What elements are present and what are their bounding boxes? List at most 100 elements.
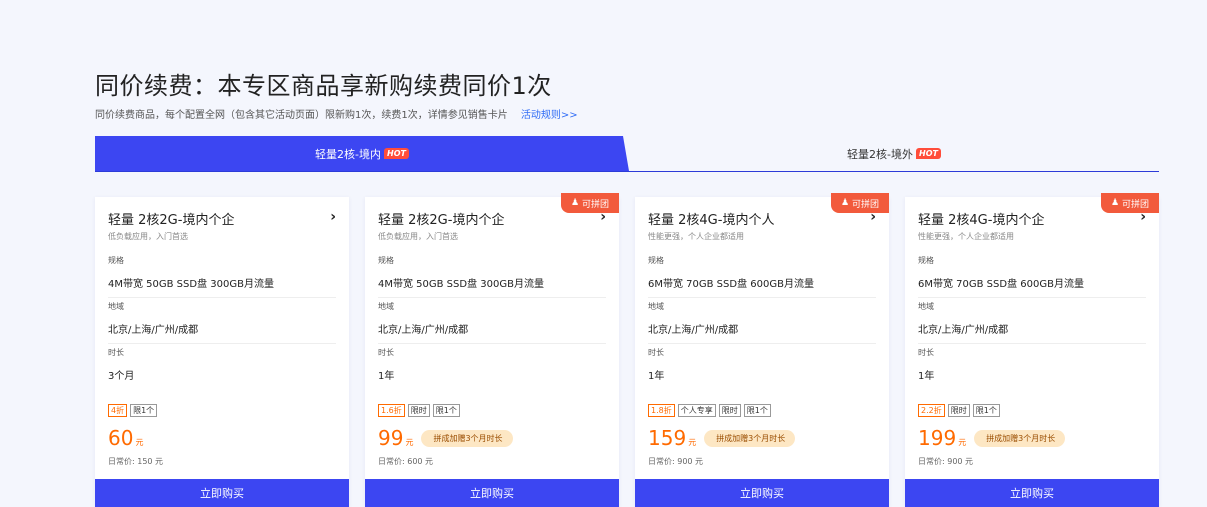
- tag: 限时: [718, 404, 741, 417]
- duration-value: 1年: [378, 371, 395, 382]
- tab-bar: 轻量2核-境内 HOT 轻量2核-境外 HOT: [95, 136, 1159, 172]
- tab-overseas[interactable]: 轻量2核-境外 HOT: [629, 136, 1159, 171]
- discount-tag: 1.8折: [648, 404, 675, 417]
- product-desc: 低负载应用，入门首选: [108, 232, 188, 241]
- spec-value: 6M带宽 70GB SSD盘 600GB月流量: [918, 275, 1146, 298]
- product-card: ♟ 可拼团 轻量 2核4G-境内个企 › 性能更强，个人企业都适用 规格 6M带宽…: [905, 193, 1159, 507]
- spec-label: 规格: [918, 256, 934, 265]
- original-price: 日常价: 150 元: [108, 457, 164, 466]
- buy-now-button[interactable]: 立即购买: [95, 479, 349, 507]
- duration-label: 时长: [918, 348, 934, 357]
- spec-value: 4M带宽 50GB SSD盘 300GB月流量: [108, 275, 336, 298]
- duration-label: 时长: [648, 348, 664, 357]
- region-label: 地域: [918, 302, 934, 311]
- price-row: 199 元拼成加赠3个月时长: [918, 426, 1066, 451]
- chevron-right-icon[interactable]: ›: [330, 209, 336, 225]
- price-row: 99 元拼成加赠3个月时长: [378, 426, 513, 451]
- tag: 个人专享: [677, 404, 716, 417]
- chevron-right-icon[interactable]: ›: [600, 209, 606, 225]
- people-icon: ♟: [840, 198, 850, 208]
- spec-label: 规格: [108, 256, 124, 265]
- hot-badge: HOT: [384, 148, 409, 159]
- group-badge-label: 可拼团: [582, 199, 610, 210]
- product-card: 轻量 2核2G-境内个企 › 低负载应用，入门首选 规格 4M带宽 50GB S…: [95, 197, 349, 507]
- price-unit: 元: [405, 438, 414, 447]
- price: 99: [378, 426, 404, 450]
- region-value: 北京/上海/广州/成都: [378, 321, 606, 344]
- discount-tag: 1.6折: [378, 404, 405, 417]
- region-value: 北京/上海/广州/成都: [648, 321, 876, 344]
- price: 60: [108, 426, 134, 450]
- buy-now-button[interactable]: 立即购买: [635, 479, 889, 507]
- product-name: 轻量 2核2G-境内个企: [378, 213, 505, 228]
- spec-section: 规格 4M带宽 50GB SSD盘 300GB月流量: [108, 255, 336, 298]
- duration-section: 时长 3个月: [108, 347, 336, 389]
- discount-tag: 4折: [108, 404, 128, 417]
- region-value: 北京/上海/广州/成都: [918, 321, 1146, 344]
- tag: 限1个: [743, 404, 771, 417]
- region-section: 地域 北京/上海/广州/成都: [108, 301, 336, 344]
- tag: 限时: [947, 404, 970, 417]
- tag-list: 1.8折 个人专享 限时 限1个: [648, 404, 771, 417]
- region-label: 地域: [378, 302, 394, 311]
- tag-list: 2.2折 限时 限1个: [918, 404, 1000, 417]
- original-price: 日常价: 900 元: [648, 457, 704, 466]
- tag: 限1个: [130, 404, 158, 417]
- duration-label: 时长: [378, 348, 394, 357]
- duration-section: 时长 1年: [918, 347, 1146, 389]
- price: 199: [918, 426, 957, 450]
- spec-section: 规格 6M带宽 70GB SSD盘 600GB月流量: [648, 255, 876, 298]
- region-section: 地域 北京/上海/广州/成都: [648, 301, 876, 344]
- duration-section: 时长 1年: [378, 347, 606, 389]
- tab-label: 轻量2核-境外: [847, 147, 913, 161]
- product-name: 轻量 2核4G-境内个企: [918, 213, 1045, 228]
- price: 159: [648, 426, 687, 450]
- card-header[interactable]: 轻量 2核4G-境内个企 › 性能更强，个人企业都适用: [918, 209, 1146, 242]
- page-subtitle: 同价续费商品，每个配置全网（包含其它活动页面）限新购1次，续费1次，详情参见销售…: [95, 106, 578, 121]
- card-header[interactable]: 轻量 2核2G-境内个企 › 低负载应用，入门首选: [378, 209, 606, 242]
- spec-section: 规格 4M带宽 50GB SSD盘 300GB月流量: [378, 255, 606, 298]
- region-value: 北京/上海/广州/成都: [108, 321, 336, 344]
- chevron-right-icon[interactable]: ›: [1140, 209, 1146, 225]
- price-unit: 元: [958, 438, 967, 447]
- card-header[interactable]: 轻量 2核2G-境内个企 › 低负载应用，入门首选: [108, 209, 336, 242]
- region-section: 地域 北京/上海/广州/成都: [918, 301, 1146, 344]
- spec-label: 规格: [378, 256, 394, 265]
- tab-domestic[interactable]: 轻量2核-境内 HOT: [95, 136, 629, 171]
- tag: 限时: [407, 404, 430, 417]
- product-desc: 低负载应用，入门首选: [378, 232, 458, 241]
- spec-value: 6M带宽 70GB SSD盘 600GB月流量: [648, 275, 876, 298]
- duration-value: 1年: [648, 371, 665, 382]
- spec-value: 4M带宽 50GB SSD盘 300GB月流量: [378, 275, 606, 298]
- hot-badge: HOT: [916, 148, 941, 159]
- product-name: 轻量 2核2G-境内个企: [108, 213, 235, 228]
- chevron-right-icon[interactable]: ›: [870, 209, 876, 225]
- price-row: 60 元: [108, 426, 143, 450]
- spec-label: 规格: [648, 256, 664, 265]
- people-icon: ♟: [570, 198, 580, 208]
- product-desc: 性能更强，个人企业都适用: [648, 232, 744, 241]
- tag-list: 1.6折 限时 限1个: [378, 404, 460, 417]
- subtitle-text: 同价续费商品，每个配置全网（包含其它活动页面）限新购1次，续费1次，详情参见销售…: [95, 110, 508, 121]
- original-price: 日常价: 600 元: [378, 457, 434, 466]
- buy-now-button[interactable]: 立即购买: [905, 479, 1159, 507]
- group-badge-label: 可拼团: [1122, 199, 1150, 210]
- duration-value: 3个月: [108, 371, 135, 382]
- tag: 限1个: [972, 404, 1000, 417]
- product-name: 轻量 2核4G-境内个人: [648, 213, 775, 228]
- price-unit: 元: [688, 438, 697, 447]
- promo-badge: 拼成加赠3个月时长: [421, 430, 513, 447]
- tag: 限1个: [432, 404, 460, 417]
- card-header[interactable]: 轻量 2核4G-境内个人 › 性能更强，个人企业都适用: [648, 209, 876, 242]
- people-icon: ♟: [1110, 198, 1120, 208]
- spec-section: 规格 6M带宽 70GB SSD盘 600GB月流量: [918, 255, 1146, 298]
- region-label: 地域: [108, 302, 124, 311]
- price-unit: 元: [135, 438, 144, 447]
- rules-link[interactable]: 活动规则>>: [521, 110, 578, 121]
- product-card: ♟ 可拼团 轻量 2核2G-境内个企 › 低负载应用，入门首选 规格 4M带宽 5…: [365, 193, 619, 507]
- page-title: 同价续费：本专区商品享新购续费同价1次: [95, 72, 552, 100]
- group-badge-label: 可拼团: [852, 199, 880, 210]
- duration-section: 时长 1年: [648, 347, 876, 389]
- buy-now-button[interactable]: 立即购买: [365, 479, 619, 507]
- price-row: 159 元拼成加赠3个月时长: [648, 426, 796, 451]
